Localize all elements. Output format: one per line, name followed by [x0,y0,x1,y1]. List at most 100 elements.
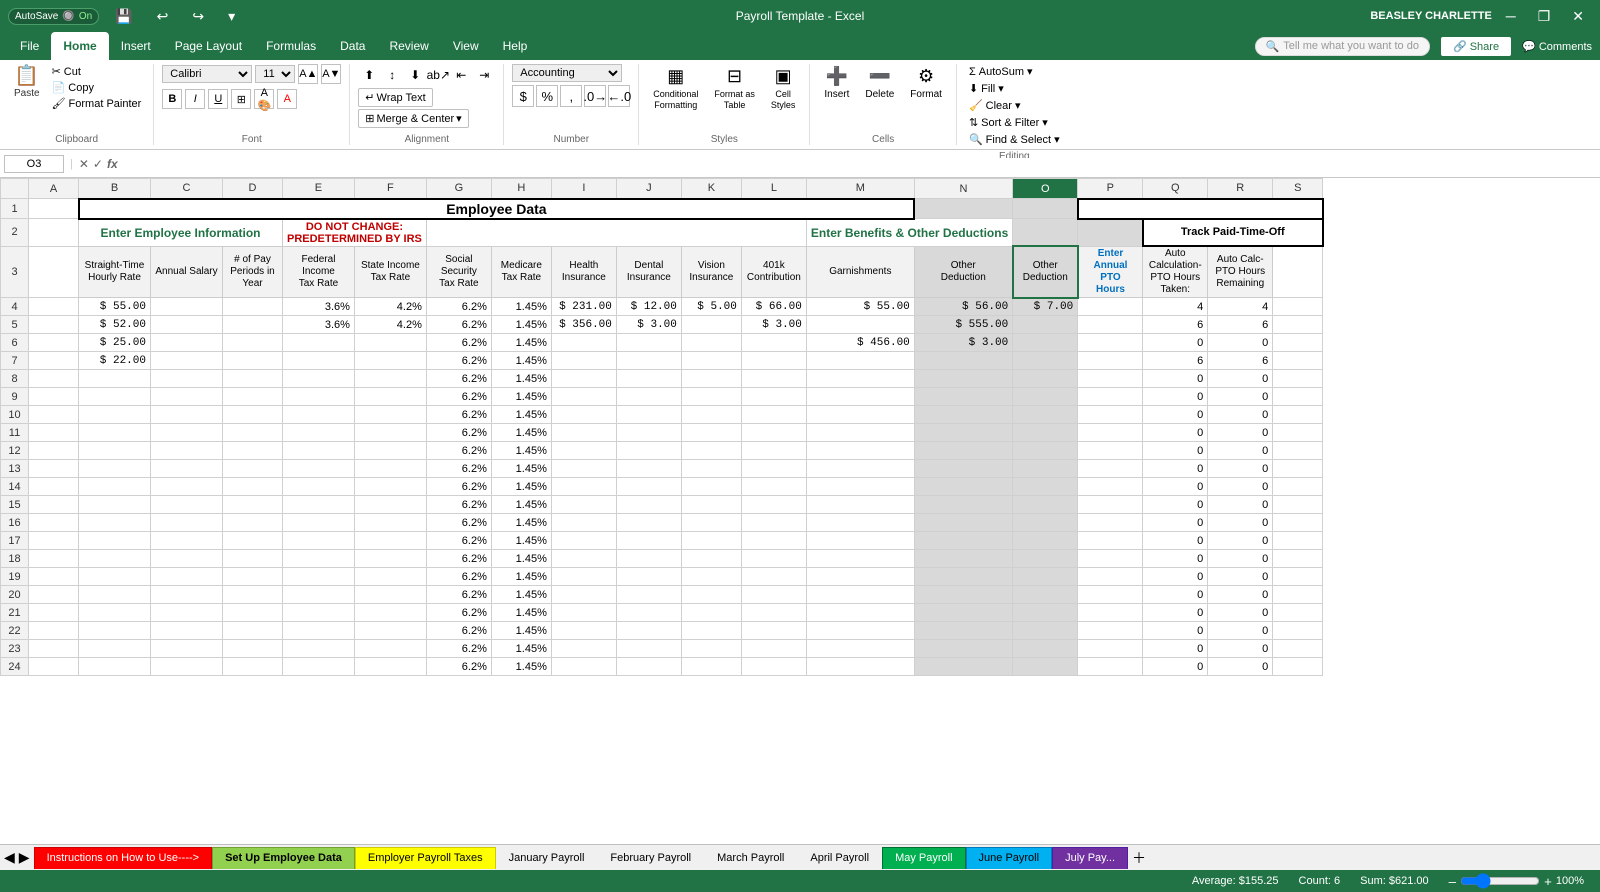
cell-o7[interactable] [1013,352,1078,370]
cell-q11[interactable]: 0 [1143,424,1208,442]
zoom-slider[interactable] [1460,873,1540,889]
cell-q24[interactable]: 0 [1143,658,1208,676]
cell-m13[interactable] [806,460,914,478]
cell-g5[interactable]: 6.2% [426,316,491,334]
cell-l14[interactable] [741,478,806,496]
cell-b20[interactable] [79,586,151,604]
cell-i17[interactable] [551,532,616,550]
row-header-8[interactable]: 8 [1,370,29,388]
cell-c4[interactable] [151,298,223,316]
cell-a4[interactable] [29,298,79,316]
cell-g23[interactable]: 6.2% [426,640,491,658]
cell-m24[interactable] [806,658,914,676]
cell-f23[interactable] [354,640,426,658]
cell-e6[interactable] [283,334,355,352]
cell-n22[interactable] [914,622,1012,640]
cell-r18[interactable]: 0 [1208,550,1273,568]
cell-q8[interactable]: 0 [1143,370,1208,388]
align-middle-button[interactable]: ↕ [381,64,403,86]
cell-m14[interactable] [806,478,914,496]
cell-b2-enter-employee[interactable]: Enter Employee Information [79,219,283,247]
cell-k15[interactable] [681,496,741,514]
align-top-button[interactable]: ⬆ [358,64,380,86]
cell-i11[interactable] [551,424,616,442]
cell-g11[interactable]: 6.2% [426,424,491,442]
sheet-tab-february[interactable]: February Payroll [597,847,704,869]
cell-g2-empty[interactable] [426,219,806,247]
cell-p6[interactable] [1078,334,1143,352]
cell-n9[interactable] [914,388,1012,406]
cell-b18[interactable] [79,550,151,568]
cell-o8[interactable] [1013,370,1078,388]
decrease-decimal-button[interactable]: ←.0 [608,85,630,107]
zoom-in-button[interactable]: + [1544,874,1552,889]
cell-q14[interactable]: 0 [1143,478,1208,496]
col-header-g[interactable]: G [426,179,491,199]
cell-m17[interactable] [806,532,914,550]
fill-button[interactable]: ⬇ Fill ▾ [965,81,1008,96]
cell-d4[interactable] [223,298,283,316]
cell-q16[interactable]: 0 [1143,514,1208,532]
cell-o2[interactable] [1078,219,1143,247]
cell-r23[interactable]: 0 [1208,640,1273,658]
cell-r24[interactable]: 0 [1208,658,1273,676]
cell-m23[interactable] [806,640,914,658]
cell-l4[interactable]: $ 66.00 [741,298,806,316]
cell-l16[interactable] [741,514,806,532]
cell-o16[interactable] [1013,514,1078,532]
cell-s4[interactable] [1273,298,1323,316]
cell-h12[interactable]: 1.45% [491,442,551,460]
cell-j7[interactable] [616,352,681,370]
cell-j8[interactable] [616,370,681,388]
row-header-10[interactable]: 10 [1,406,29,424]
cell-g8[interactable]: 6.2% [426,370,491,388]
cell-c12[interactable] [151,442,223,460]
cell-h20[interactable]: 1.45% [491,586,551,604]
cell-o23[interactable] [1013,640,1078,658]
cell-d8[interactable] [223,370,283,388]
cell-j14[interactable] [616,478,681,496]
cell-d12[interactable] [223,442,283,460]
row-header-15[interactable]: 15 [1,496,29,514]
cell-k20[interactable] [681,586,741,604]
col-header-s[interactable]: S [1273,179,1323,199]
cell-h24[interactable]: 1.45% [491,658,551,676]
cell-q6[interactable]: 0 [1143,334,1208,352]
cell-h21[interactable]: 1.45% [491,604,551,622]
cell-m5[interactable] [806,316,914,334]
font-color-button[interactable]: A [277,89,297,109]
cell-m19[interactable] [806,568,914,586]
cell-b17[interactable] [79,532,151,550]
cell-p2-track-pto[interactable]: Track Paid-Time-Off [1143,219,1323,247]
cell-n15[interactable] [914,496,1012,514]
underline-button[interactable]: U [208,89,228,109]
cell-n23[interactable] [914,640,1012,658]
cell-g7[interactable]: 6.2% [426,352,491,370]
cell-h4[interactable]: 1.45% [491,298,551,316]
cell-m18[interactable] [806,550,914,568]
cell-l17[interactable] [741,532,806,550]
cell-k22[interactable] [681,622,741,640]
cell-d19[interactable] [223,568,283,586]
cell-f15[interactable] [354,496,426,514]
cell-q5[interactable]: 6 [1143,316,1208,334]
cell-c6[interactable] [151,334,223,352]
cell-j9[interactable] [616,388,681,406]
cell-p5[interactable] [1078,316,1143,334]
cell-h10[interactable]: 1.45% [491,406,551,424]
cell-r14[interactable]: 0 [1208,478,1273,496]
cell-o1[interactable] [1013,199,1078,219]
cell-o22[interactable] [1013,622,1078,640]
cell-h9[interactable]: 1.45% [491,388,551,406]
cell-d23[interactable] [223,640,283,658]
cell-n10[interactable] [914,406,1012,424]
cell-a5[interactable] [29,316,79,334]
cell-l12[interactable] [741,442,806,460]
cell-j3-header[interactable]: DentalInsurance [616,246,681,298]
cell-r7[interactable]: 6 [1208,352,1273,370]
cell-g24[interactable]: 6.2% [426,658,491,676]
cell-e22[interactable] [283,622,355,640]
cell-m21[interactable] [806,604,914,622]
cell-g4[interactable]: 6.2% [426,298,491,316]
row-header-4[interactable]: 4 [1,298,29,316]
